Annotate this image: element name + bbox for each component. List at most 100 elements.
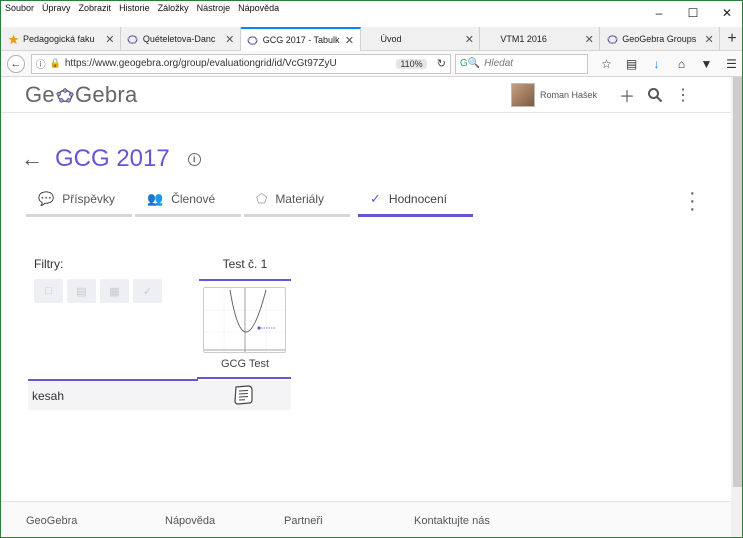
group-tabs: 💬 Příspěvky 👥 Členové ⬠ Materiály ✓ Hodn…	[26, 183, 476, 217]
user-profile[interactable]: Roman Hašek	[511, 83, 597, 107]
info-icon[interactable]: ⓘ	[36, 56, 46, 71]
menu-history[interactable]: Historie	[119, 3, 150, 13]
tab-title: GeoGebra Groups	[622, 34, 697, 44]
tab-title: VTM1 2016	[500, 34, 547, 44]
back-arrow-icon[interactable]: ←	[7, 54, 25, 73]
tab-title: GCG 2017 - Tabulk	[262, 35, 340, 45]
browser-tab[interactable]: Úvod ✕	[361, 27, 481, 51]
home-icon[interactable]: ⌂	[669, 54, 694, 74]
page-content: Ge Gebra Roman Hašek ＋ ⋮ ← GCG 2017 i 💬 …	[1, 77, 731, 537]
maximize-icon[interactable]: ☐	[676, 1, 710, 25]
url-bar[interactable]: ⓘ 🔒 https://www.geogebra.org/group/evalu…	[30, 53, 451, 74]
tab-materials[interactable]: ⬠ Materiály	[244, 183, 350, 217]
page-title: GCG 2017	[55, 145, 170, 172]
geogebra-icon	[247, 34, 259, 46]
reload-icon[interactable]: ↻	[437, 57, 446, 70]
tab-title: Pedagogická faku	[23, 34, 95, 44]
check-icon: ✓	[370, 190, 381, 206]
search-icon[interactable]	[641, 83, 669, 107]
filter-submitted-icon[interactable]: ▤	[67, 279, 96, 303]
geogebra-icon	[127, 33, 139, 45]
search-engine-icon: G🔍	[459, 58, 481, 69]
footer-link-help[interactable]: Nápověda	[165, 515, 215, 527]
menu-bar: Soubor Úpravy Zobrazit Historie Záložky …	[1, 1, 742, 27]
back-arrow-icon[interactable]: ←	[21, 146, 43, 172]
pocket-icon[interactable]: ▼	[694, 54, 719, 74]
filters-label: Filtry:	[34, 257, 64, 271]
tab-members[interactable]: 👥 Členové	[135, 183, 241, 217]
user-name[interactable]: Roman Hašek	[540, 90, 597, 100]
close-tab-icon[interactable]: ✕	[703, 33, 715, 46]
browser-tab[interactable]: Pedagogická faku ✕	[1, 27, 121, 51]
menu-help[interactable]: Nápověda	[238, 3, 279, 13]
url-text[interactable]: https://www.geogebra.org/group/evaluatio…	[65, 58, 392, 69]
menu-edit[interactable]: Úpravy	[42, 3, 71, 13]
material-thumbnail[interactable]	[203, 287, 286, 353]
menu-bookmarks[interactable]: Záložky	[158, 3, 189, 13]
menu-file[interactable]: Soubor	[5, 3, 34, 13]
close-window-icon[interactable]: ✕	[710, 1, 742, 25]
close-tab-icon[interactable]: ✕	[463, 33, 475, 46]
footer: GeoGebra Nápověda Partneři Kontaktujte n…	[1, 501, 731, 537]
browser-tab[interactable]: Quételetova-Danc ✕	[121, 27, 241, 51]
geogebra-icon	[606, 33, 618, 45]
material-label[interactable]: GCG Test	[199, 358, 291, 370]
tab-evaluation[interactable]: ✓ Hodnocení	[358, 183, 473, 217]
close-tab-icon[interactable]: ✕	[583, 33, 595, 46]
menu-view[interactable]: Zobrazit	[79, 3, 112, 13]
members-icon: 👥	[147, 190, 164, 206]
browser-tab[interactable]: GeoGebra Groups ✕	[600, 27, 721, 51]
tab-title: Úvod	[380, 34, 402, 44]
more-options-icon[interactable]: · · ·	[689, 183, 699, 219]
tab-label: Členové	[171, 191, 216, 206]
column-header[interactable]: Test č. 1	[199, 257, 291, 281]
submission-cell[interactable]	[231, 383, 257, 407]
bookmark-star-icon[interactable]: ☆	[594, 54, 619, 74]
filter-reviewed-icon[interactable]: ▦	[100, 279, 129, 303]
materials-icon: ⬠	[256, 190, 268, 206]
star-icon	[7, 33, 19, 45]
filter-checked-icon[interactable]: ✓	[133, 279, 162, 303]
filter-buttons: □ ▤ ▦ ✓	[34, 279, 166, 303]
close-tab-icon[interactable]: ✕	[224, 33, 236, 46]
browser-window: Soubor Úpravy Zobrazit Historie Záložky …	[0, 0, 743, 538]
menu-tools[interactable]: Nástroje	[197, 3, 231, 13]
download-icon[interactable]: ↓	[644, 54, 669, 74]
group-title-row: ← GCG 2017 i	[21, 145, 201, 173]
logo-text-left: Ge	[25, 81, 55, 107]
close-tab-icon[interactable]: ✕	[104, 33, 116, 46]
close-tab-icon[interactable]: ✕	[344, 34, 356, 47]
tab-label: Hodnocení	[388, 191, 447, 206]
scrollbar-thumb[interactable]	[733, 77, 742, 487]
geogebra-header: Ge Gebra Roman Hašek ＋ ⋮	[1, 77, 731, 113]
more-vertical-icon[interactable]: ⋮	[669, 83, 697, 107]
avatar[interactable]	[511, 83, 535, 107]
reading-list-icon[interactable]: ▤	[619, 54, 644, 74]
zoom-level-badge[interactable]: 110%	[396, 58, 427, 69]
browser-tab-active[interactable]: GCG 2017 - Tabulk ✕	[240, 27, 361, 51]
logo-text-right: Gebra	[74, 81, 138, 107]
geogebra-ring-icon	[56, 87, 74, 103]
footer-link-contact[interactable]: Kontaktujte nás	[414, 515, 490, 527]
footer-link-partners[interactable]: Partneři	[284, 515, 323, 527]
geogebra-logo[interactable]: Ge Gebra	[25, 82, 138, 108]
browser-tab[interactable]: VTM1 2016 ✕	[480, 27, 601, 51]
footer-link-geogebra[interactable]: GeoGebra	[26, 515, 77, 527]
table-row: kesah	[28, 381, 291, 410]
minimize-icon[interactable]: –	[642, 1, 676, 25]
plus-icon[interactable]: ＋	[613, 83, 641, 107]
search-input[interactable]: G🔍 Hledat	[454, 53, 588, 74]
navigation-bar: ← ⓘ 🔒 https://www.geogebra.org/group/eva…	[1, 51, 742, 77]
info-icon[interactable]: i	[187, 152, 201, 166]
tab-label: Materiály	[275, 191, 324, 206]
scrollbar[interactable]	[731, 77, 742, 537]
lock-icon[interactable]: 🔒	[50, 58, 61, 69]
student-name: kesah	[32, 389, 65, 403]
tab-posts[interactable]: 💬 Příspěvky	[26, 183, 132, 217]
filter-not-submitted-icon[interactable]: □	[34, 279, 63, 303]
comments-icon: 💬	[38, 190, 55, 206]
search-placeholder: Hledat	[484, 58, 514, 69]
tab-title: Quételetova-Danc	[142, 34, 216, 44]
hamburger-menu-icon[interactable]: ☰	[719, 54, 742, 74]
new-tab-plus-icon[interactable]: +	[720, 27, 742, 51]
